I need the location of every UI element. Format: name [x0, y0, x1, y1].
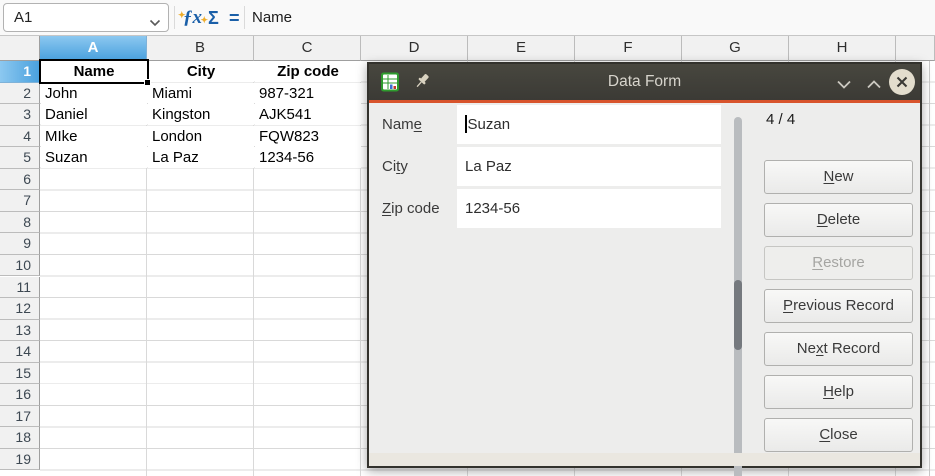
cell-A5[interactable]: Suzan: [41, 147, 147, 168]
row-header-10[interactable]: 10: [0, 255, 40, 277]
row-header-8[interactable]: 8: [0, 212, 40, 234]
column-header-E[interactable]: E: [468, 36, 575, 61]
row-header-5[interactable]: 5: [0, 147, 40, 169]
name-box[interactable]: A1: [3, 3, 169, 32]
row-header-7[interactable]: 7: [0, 190, 40, 212]
field-input-city[interactable]: La Paz: [457, 147, 721, 186]
column-header-blank[interactable]: [896, 36, 935, 61]
row-header-2[interactable]: 2: [0, 83, 40, 105]
text-caret: [465, 115, 467, 133]
cell-C3[interactable]: AJK541: [255, 104, 361, 125]
close-icon[interactable]: [889, 69, 915, 95]
function-wizard-icon[interactable]: ✦ƒx✦: [183, 4, 202, 32]
cell-A4[interactable]: MIke: [41, 126, 147, 147]
column-header-D[interactable]: D: [361, 36, 468, 61]
row-header-12[interactable]: 12: [0, 298, 40, 320]
dialog-scrollbar[interactable]: [734, 117, 742, 476]
field-label-city: City: [382, 147, 408, 186]
row-header-11[interactable]: 11: [0, 277, 40, 299]
column-header-B[interactable]: B: [147, 36, 254, 61]
row-header-13[interactable]: 13: [0, 320, 40, 342]
cell-C1[interactable]: Zip code: [255, 61, 361, 82]
help-button[interactable]: Help: [764, 375, 913, 409]
cell-A1[interactable]: Name: [41, 61, 147, 82]
formula-bar: A1 ✦ƒx✦ Σ = Name: [0, 0, 935, 36]
cell-B5[interactable]: La Paz: [148, 147, 254, 168]
restore-button: Restore: [764, 246, 913, 280]
separator: [244, 6, 245, 29]
accent-line: [369, 100, 920, 103]
libreoffice-calc-window: A1 ✦ƒx✦ Σ = Name ABCDEFGH 12345678910111…: [0, 0, 935, 476]
row-header-16[interactable]: 16: [0, 384, 40, 406]
data-form-dialog: Data Form Name Suzan City La Paz Zip code 123…: [367, 62, 922, 468]
next-record-button[interactable]: Next Record: [764, 332, 913, 366]
select-all-corner[interactable]: [0, 36, 40, 61]
separator: [174, 6, 175, 29]
roll-down-icon[interactable]: [836, 77, 852, 95]
column-header-C[interactable]: C: [254, 36, 361, 61]
cell-A2[interactable]: John: [41, 83, 147, 104]
field-input-name[interactable]: Suzan: [457, 105, 721, 144]
cell-B4[interactable]: London: [148, 126, 254, 147]
row-header-18[interactable]: 18: [0, 427, 40, 449]
cell-reference: A1: [14, 4, 32, 31]
delete-button[interactable]: Delete: [764, 203, 913, 237]
row-header-9[interactable]: 9: [0, 233, 40, 255]
row-header-17[interactable]: 17: [0, 406, 40, 428]
column-header-H[interactable]: H: [789, 36, 896, 61]
roll-up-icon[interactable]: [866, 77, 882, 95]
row-header-3[interactable]: 3: [0, 104, 40, 126]
new-button[interactable]: New: [764, 160, 913, 194]
grid-line: [929, 61, 930, 476]
field-label-name: Name: [382, 105, 422, 144]
dialog-footer: [369, 453, 920, 466]
cell-C5[interactable]: 1234-56: [255, 147, 361, 168]
field-input-zip-code[interactable]: 1234-56: [457, 189, 721, 228]
row-header-1[interactable]: 1: [0, 61, 40, 83]
column-header-F[interactable]: F: [575, 36, 682, 61]
field-label-zip-code: Zip code: [382, 189, 440, 228]
cell-A3[interactable]: Daniel: [41, 104, 147, 125]
cell-B3[interactable]: Kingston: [148, 104, 254, 125]
row-header-14[interactable]: 14: [0, 341, 40, 363]
row-header-19[interactable]: 19: [0, 449, 40, 471]
select-sum-icon[interactable]: Σ: [208, 4, 219, 32]
column-header-A[interactable]: A: [40, 36, 147, 61]
scrollbar-thumb[interactable]: [734, 280, 742, 350]
previous-record-button[interactable]: Previous Record: [764, 289, 913, 323]
cell-B1[interactable]: City: [148, 61, 254, 82]
formula-input[interactable]: Name: [252, 0, 292, 35]
column-header-G[interactable]: G: [682, 36, 789, 61]
fill-handle[interactable]: [144, 79, 151, 86]
record-indicator: 4 / 4: [766, 111, 795, 128]
dialog-titlebar[interactable]: Data Form: [369, 64, 920, 100]
cell-C4[interactable]: FQW823: [255, 126, 361, 147]
close-button[interactable]: Close: [764, 418, 913, 452]
row-header-4[interactable]: 4: [0, 126, 40, 148]
row-header-15[interactable]: 15: [0, 363, 40, 385]
formula-equals-icon[interactable]: =: [229, 4, 240, 32]
row-header-6[interactable]: 6: [0, 169, 40, 191]
cell-C2[interactable]: 987-321: [255, 83, 361, 104]
chevron-down-icon[interactable]: [149, 14, 161, 32]
cell-B2[interactable]: Miami: [148, 83, 254, 104]
